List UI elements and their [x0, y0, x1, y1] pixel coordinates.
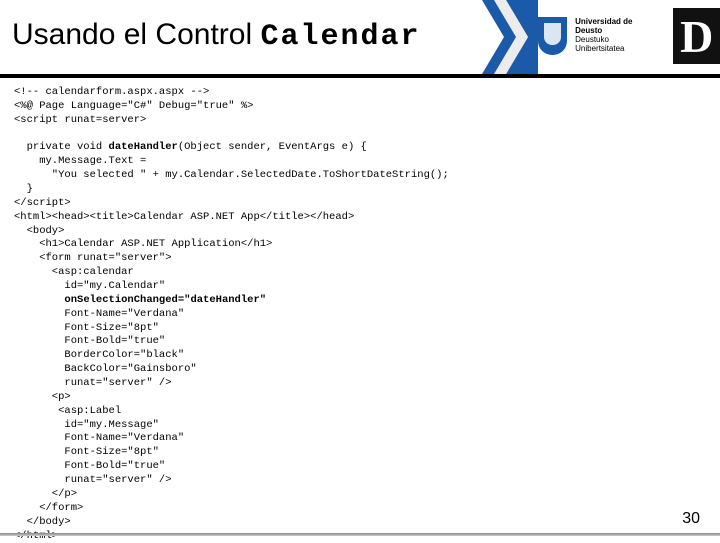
- university-line1: Universidad de Deusto: [575, 18, 659, 36]
- university-name: Universidad de Deusto Deustuko Unibertsi…: [575, 18, 659, 53]
- logo-area: Universidad de Deusto Deustuko Unibertsi…: [510, 0, 720, 74]
- code-block: <!-- calendarform.aspx.aspx --> <%@ Page…: [14, 86, 449, 543]
- university-line2: Deustuko Unibertsitatea: [575, 36, 659, 54]
- footer-divider: [0, 533, 720, 536]
- shield-icon: [538, 17, 567, 55]
- university-logo: Universidad de Deusto Deustuko Unibertsi…: [538, 8, 720, 64]
- title-mono: Calendar: [260, 20, 420, 54]
- d-badge: D: [673, 8, 720, 64]
- header-chevron-icon: [482, 0, 538, 74]
- title-prefix: Usando el Control: [12, 18, 260, 51]
- slide-header: Usando el Control Calendar Universidad d…: [0, 0, 720, 78]
- slide-title: Usando el Control Calendar: [12, 18, 421, 54]
- page-number: 30: [682, 510, 700, 528]
